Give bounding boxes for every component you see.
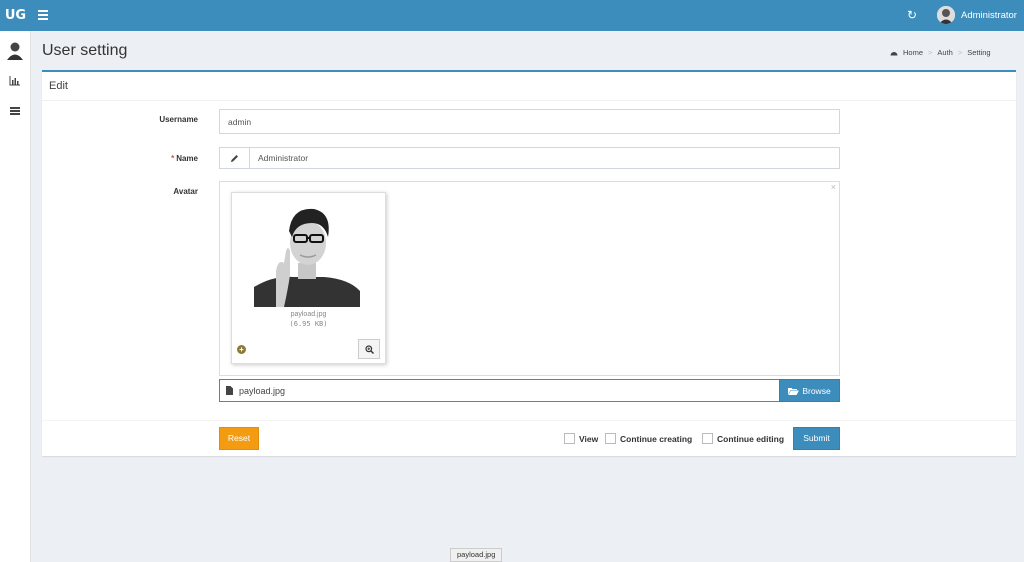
view-label: View (579, 433, 599, 444)
file-preview-area: × payload.jpg (6.95 KB) + (219, 181, 840, 376)
name-label: * Name (78, 154, 198, 163)
continue-editing-checkbox[interactable]: Continue editing (702, 433, 784, 444)
name-input-group: Administrator (219, 147, 840, 169)
breadcrumb-home[interactable]: Home (903, 48, 923, 57)
box-title: Edit (42, 72, 1016, 101)
pencil-icon (220, 148, 250, 168)
close-icon[interactable]: × (831, 182, 836, 192)
file-icon (226, 386, 233, 395)
edit-box: Edit Username admin * Name Administrator … (42, 70, 1016, 456)
name-label-text: Name (176, 154, 198, 163)
breadcrumb-separator: > (928, 48, 933, 57)
user-name[interactable]: Administrator (961, 10, 1017, 21)
upload-plus-icon[interactable]: + (237, 345, 246, 354)
required-mark: * (171, 154, 175, 163)
top-navbar: UG ↻ Administrator (0, 0, 1024, 31)
name-input[interactable]: Administrator (250, 148, 839, 168)
sidebar-avatar (5, 40, 25, 60)
preview-filesize: (6.95 KB) (289, 320, 328, 328)
sidebar-toggle-icon[interactable] (38, 10, 48, 20)
chart-icon[interactable] (9, 76, 21, 86)
avatar-preview-image (254, 201, 360, 307)
file-preview-thumbnail: payload.jpg (6.95 KB) + (231, 192, 386, 364)
continue-creating-label: Continue creating (620, 433, 693, 444)
view-checkbox[interactable]: View (564, 433, 598, 444)
checkbox-box[interactable] (702, 433, 713, 444)
zoom-icon (364, 344, 374, 354)
user-avatar[interactable] (937, 6, 955, 24)
checkbox-box[interactable] (564, 433, 575, 444)
preview-filename: payload.jpg (290, 311, 327, 318)
filename-tooltip: payload.jpg (450, 548, 503, 562)
browse-button[interactable]: Browse (779, 379, 840, 402)
submit-button[interactable]: Submit (793, 427, 840, 450)
file-caption-name: payload.jpg (239, 385, 286, 396)
breadcrumb: Home > Auth > Setting (890, 48, 991, 57)
divider (42, 420, 1016, 421)
reset-button[interactable]: Reset (219, 427, 259, 450)
file-caption-input[interactable]: payload.jpg (219, 379, 780, 402)
page-title: User setting (42, 42, 128, 59)
breadcrumb-auth[interactable]: Auth (937, 48, 952, 57)
app-logo[interactable]: UG (0, 0, 31, 31)
browse-label: Browse (802, 385, 831, 396)
breadcrumb-setting: Setting (967, 48, 991, 57)
sidebar (0, 31, 31, 562)
zoom-button[interactable] (358, 339, 380, 359)
refresh-icon[interactable]: ↻ (905, 8, 919, 22)
avatar-label: Avatar (173, 187, 198, 196)
username-label: Username (159, 115, 198, 124)
breadcrumb-separator: > (957, 48, 963, 57)
dashboard-icon (890, 52, 898, 56)
folder-open-icon (788, 387, 800, 395)
username-input[interactable]: admin (219, 109, 840, 134)
list-icon[interactable] (9, 106, 21, 116)
continue-editing-label: Continue editing (717, 433, 785, 444)
checkbox-box[interactable] (605, 433, 616, 444)
continue-creating-checkbox[interactable]: Continue creating (605, 433, 692, 444)
